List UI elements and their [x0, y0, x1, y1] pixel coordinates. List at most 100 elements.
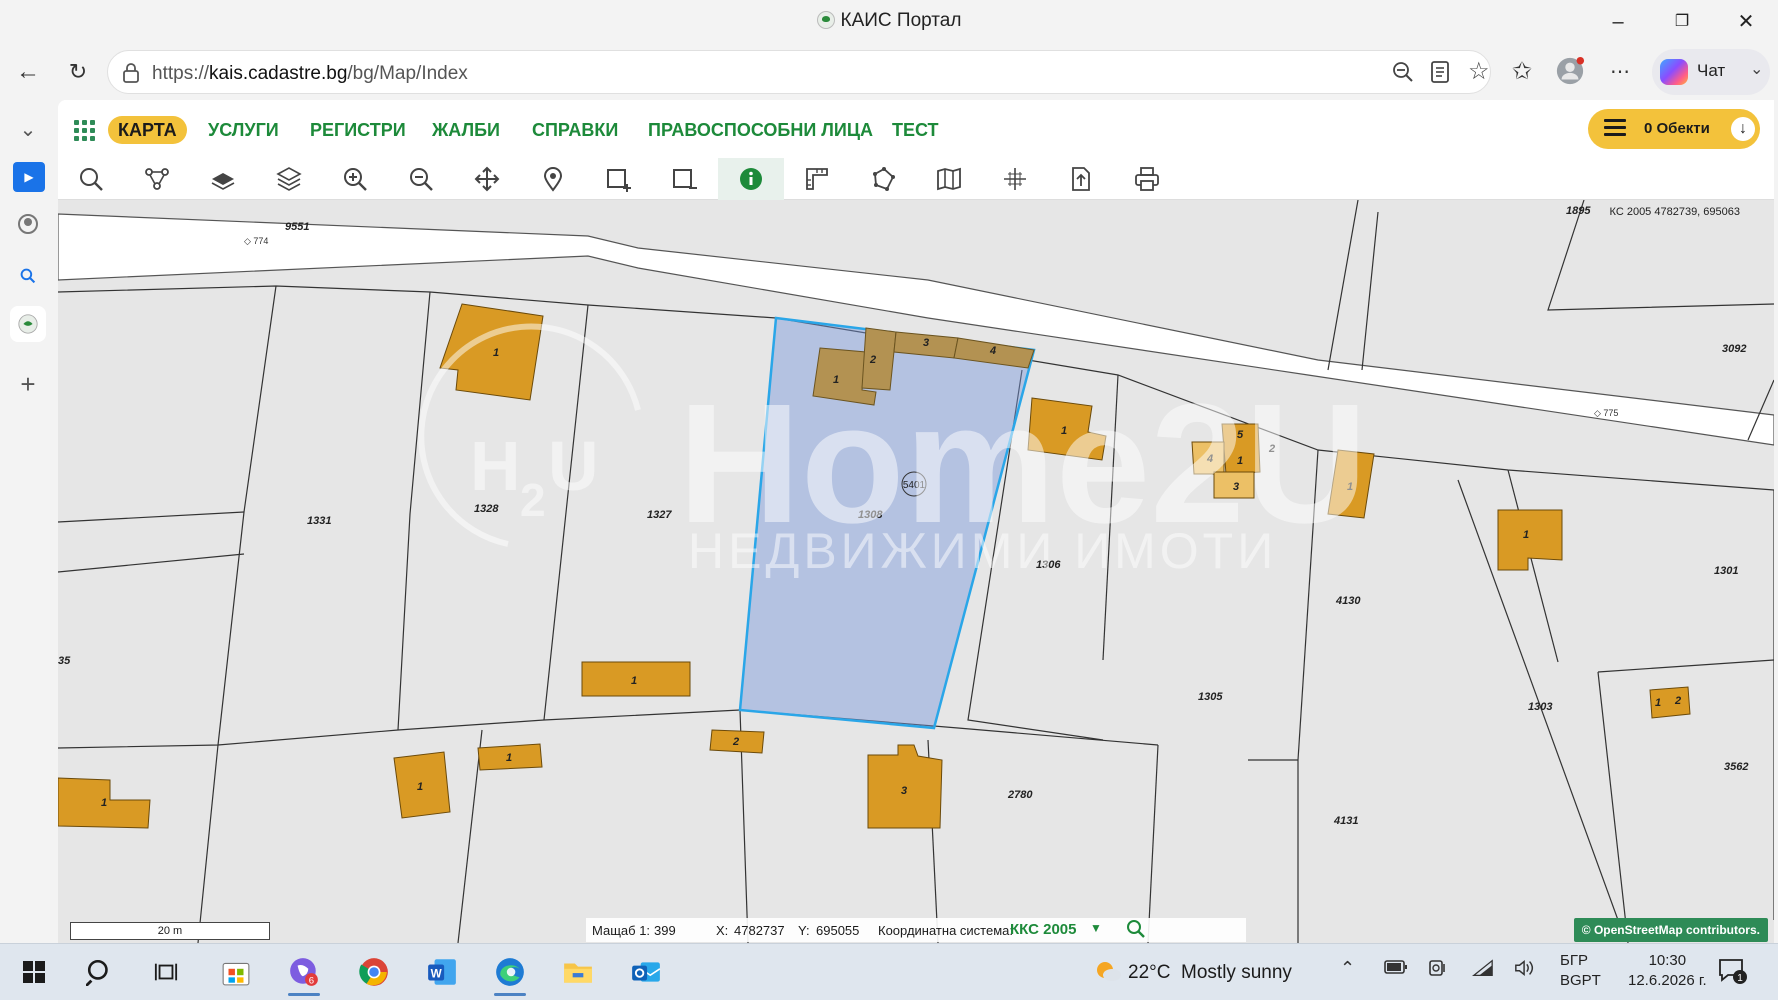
copilot-chat-button[interactable]: Чат ⌄: [1652, 49, 1770, 95]
svg-text:2780: 2780: [1007, 789, 1033, 801]
scale-value: 399: [654, 923, 676, 938]
svg-text:2: 2: [869, 354, 876, 366]
select-add-icon[interactable]: [586, 158, 652, 200]
route-icon[interactable]: [124, 158, 190, 200]
x-value: 4782737: [734, 923, 785, 938]
menu-zhalbi[interactable]: ЖАЛБИ: [432, 116, 500, 144]
menu-registri[interactable]: РЕГИСТРИ: [310, 116, 406, 144]
svg-text:9551: 9551: [285, 221, 309, 233]
svg-text:4131: 4131: [1333, 815, 1358, 827]
clock-time: 10:30: [1648, 952, 1687, 969]
coordinates-icon[interactable]: [982, 158, 1048, 200]
battery-icon[interactable]: [1384, 958, 1408, 979]
svg-text:3: 3: [901, 785, 907, 797]
viber-badge: 6: [309, 976, 314, 987]
viber-icon[interactable]: 6: [282, 952, 326, 996]
task-view-icon[interactable]: [144, 952, 188, 992]
cadastral-map[interactable]: 1 1 2 3 4 1 5 1 4 2 3 1 1 1 2 1 1 3 1 1: [58, 200, 1774, 943]
kais-tab-icon[interactable]: [10, 306, 46, 342]
menu-pravosposobni-litsa[interactable]: ПРАВОСПОСОБНИ ЛИЦА: [648, 116, 873, 144]
polygon-icon[interactable]: [850, 158, 916, 200]
objects-button[interactable]: 0 Обекти ↓: [1588, 109, 1760, 149]
chat-label: Чат: [1697, 61, 1726, 80]
menu-spravki[interactable]: СПРАВКИ: [532, 116, 618, 144]
watermark-subtitle: НЕДВИЖИМИ ИМОТИ: [688, 523, 1277, 579]
search-tab-icon[interactable]: [12, 262, 44, 294]
wifi-icon[interactable]: [1472, 958, 1494, 983]
print-icon[interactable]: [1114, 158, 1180, 200]
more-options-icon[interactable]: ⋯: [1604, 56, 1636, 88]
svg-text:4130: 4130: [1335, 595, 1361, 607]
measure-icon[interactable]: [784, 158, 850, 200]
input-language[interactable]: БГР BGPT: [1560, 951, 1601, 991]
scale-label: Мащаб 1:: [592, 923, 651, 938]
zoom-out-page-icon[interactable]: [1392, 61, 1414, 83]
svg-text:◇ 775: ◇ 775: [1594, 408, 1618, 418]
svg-text:1: 1: [101, 797, 107, 809]
layers-icon[interactable]: [256, 158, 322, 200]
svg-text:2: 2: [732, 736, 739, 748]
svg-text:3: 3: [923, 337, 929, 349]
cs-dropdown-icon[interactable]: ▼: [1090, 921, 1102, 935]
refresh-button[interactable]: ↻: [62, 56, 94, 88]
svg-text:H: H: [470, 427, 521, 505]
download-arrow-icon: ↓: [1731, 117, 1755, 141]
svg-text:1301: 1301: [1714, 565, 1738, 577]
reader-mode-icon[interactable]: [1430, 61, 1450, 83]
microsoft-store-icon[interactable]: [214, 952, 258, 992]
add-tab-icon[interactable]: +: [12, 368, 44, 400]
zoom-in-icon[interactable]: [322, 158, 388, 200]
map-book-icon[interactable]: [916, 158, 982, 200]
svg-text:1: 1: [1523, 529, 1529, 541]
volume-icon[interactable]: [1514, 958, 1536, 983]
tab-cadastre-icon[interactable]: [12, 212, 44, 244]
zoom-out-icon[interactable]: [388, 158, 454, 200]
info-icon[interactable]: [718, 158, 784, 200]
search-icon[interactable]: [58, 158, 124, 200]
file-explorer-icon[interactable]: [556, 952, 600, 992]
export-icon[interactable]: [1048, 158, 1114, 200]
address-bar[interactable]: https://kais.cadastre.bg/bg/Map/Index ☆: [107, 50, 1491, 94]
edge-icon[interactable]: [488, 952, 532, 996]
svg-text:W: W: [431, 967, 443, 980]
apps-grid-icon[interactable]: [74, 120, 96, 142]
chrome-icon[interactable]: [352, 952, 396, 992]
start-button[interactable]: [12, 952, 56, 992]
back-button[interactable]: ←: [12, 56, 44, 88]
cs-select[interactable]: ККС 2005: [1010, 921, 1076, 938]
outlook-icon[interactable]: [624, 952, 668, 992]
window-title: КАИС Портал: [0, 10, 1778, 32]
favorites-icon[interactable]: ✩: [1506, 56, 1538, 88]
clock-date: 12.6.2026 г.: [1628, 972, 1707, 989]
map-canvas[interactable]: 1 1 2 3 4 1 5 1 4 2 3 1 1 1 2 1 1 3 1 1: [58, 200, 1774, 943]
device-icon[interactable]: [1428, 958, 1448, 983]
windows-taskbar: 6 W 22°C Mostly sunny ⌃ БГР BGPT 10:30 1…: [0, 943, 1778, 1000]
profile-avatar[interactable]: [1554, 56, 1586, 88]
location-pin-icon[interactable]: [520, 158, 586, 200]
window-title-text: КАИС Портал: [840, 10, 962, 31]
svg-text:3562: 3562: [1724, 761, 1748, 773]
clock[interactable]: 10:30 12.6.2026 г.: [1628, 951, 1707, 991]
show-hidden-icons-chevron-icon[interactable]: ⌃: [1340, 958, 1355, 979]
pan-icon[interactable]: [454, 158, 520, 200]
svg-text:2: 2: [520, 474, 546, 526]
search-taskbar-icon[interactable]: [78, 952, 122, 992]
minimize-button[interactable]: –: [1604, 8, 1632, 36]
favorite-star-icon[interactable]: ☆: [1468, 57, 1490, 86]
close-button[interactable]: ✕: [1732, 8, 1760, 36]
layer-single-icon[interactable]: [190, 158, 256, 200]
word-icon[interactable]: W: [420, 952, 464, 992]
menu-uslugi[interactable]: УСЛУГИ: [208, 116, 279, 144]
menu-test[interactable]: ТЕСТ: [892, 116, 939, 144]
select-remove-icon[interactable]: [652, 158, 718, 200]
weather-widget[interactable]: 22°C Mostly sunny: [1094, 960, 1292, 984]
svg-text:1: 1: [631, 675, 637, 687]
collapse-chevron-icon[interactable]: ⌄: [12, 114, 44, 146]
menu-karta[interactable]: КАРТА: [108, 116, 187, 144]
notifications-icon[interactable]: 1: [1718, 957, 1748, 985]
restore-button[interactable]: ❐: [1668, 8, 1696, 36]
coordinate-search-icon[interactable]: [1126, 919, 1146, 942]
svg-text:3092: 3092: [1722, 343, 1746, 355]
main-menu: КАРТА УСЛУГИ РЕГИСТРИ ЖАЛБИ СПРАВКИ ПРАВ…: [58, 100, 1774, 158]
tab-preview-icon[interactable]: ▶: [13, 162, 45, 192]
